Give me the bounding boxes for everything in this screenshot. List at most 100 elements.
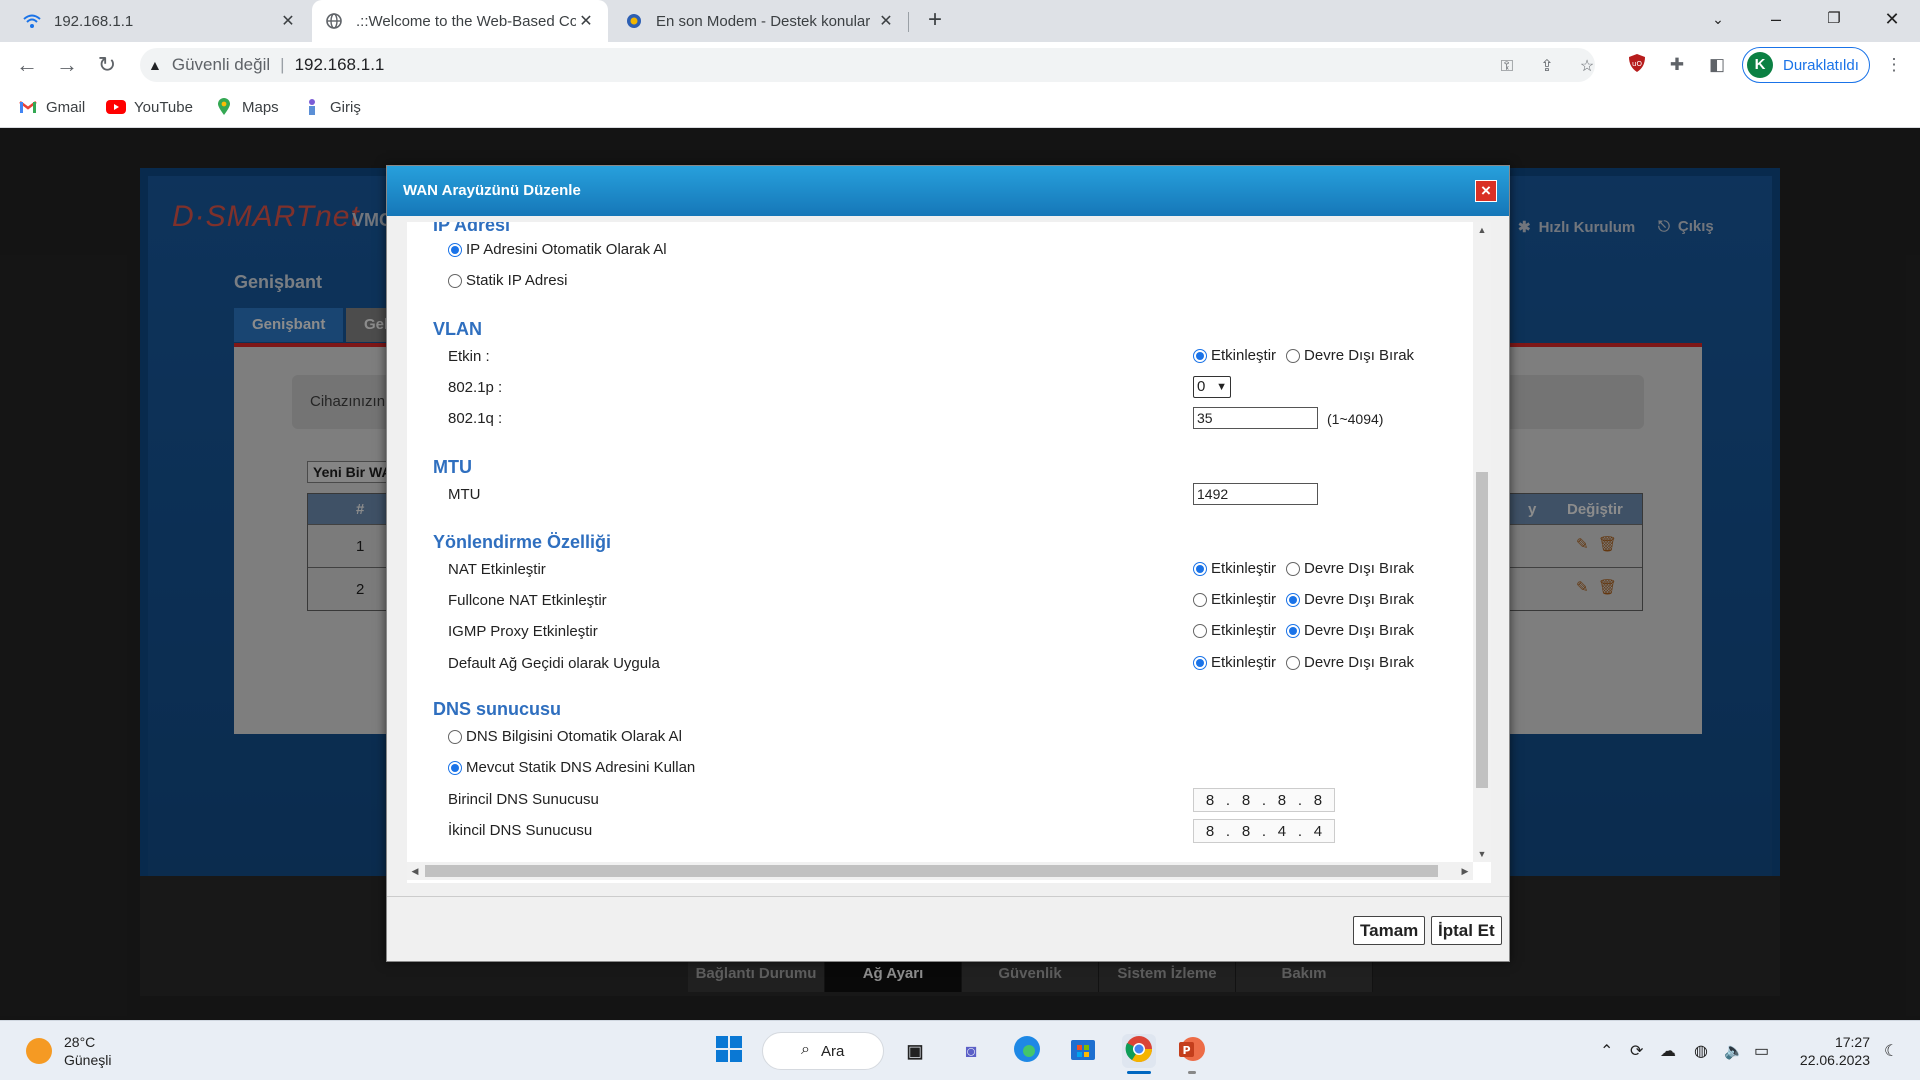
ip-octet[interactable]: 4 [1314, 823, 1322, 840]
close-tab-icon[interactable]: ✕ [576, 11, 596, 31]
profile-button[interactable]: K Duraklatıldı [1742, 47, 1870, 83]
bookmark-giris[interactable]: Giriş [302, 98, 361, 116]
ip-octet[interactable]: 8 [1278, 792, 1286, 809]
mtu-input[interactable]: 1492 [1193, 483, 1318, 505]
enable-option[interactable]: Etkinleştir [1193, 622, 1276, 639]
dialog-scroll-area[interactable]: IP Adresi IP Adresini Otomatik Olarak Al… [407, 222, 1491, 883]
ip-octet[interactable]: 8 [1314, 792, 1322, 809]
ip-dot: . [1225, 822, 1231, 840]
windows-start-icon[interactable] [712, 1034, 746, 1068]
reload-icon[interactable]: ↻ [92, 50, 122, 80]
radio-button[interactable] [1286, 655, 1301, 670]
vertical-scrollbar[interactable]: ▲ ▼ [1473, 222, 1491, 862]
radio-button[interactable] [448, 242, 462, 257]
disable-option[interactable]: Devre Dışı Bırak [1286, 347, 1414, 364]
share-icon[interactable]: ⇪ [1536, 56, 1558, 78]
powerpoint-icon[interactable]: P [1174, 1034, 1208, 1068]
key-icon[interactable]: ⚿ [1496, 56, 1518, 78]
battery-icon[interactable]: ▭ [1754, 1041, 1769, 1061]
enable-option[interactable]: Etkinleştir [1193, 560, 1276, 577]
new-tab-button[interactable]: + [920, 6, 950, 36]
cloud-icon[interactable]: ☁ [1660, 1041, 1676, 1061]
dns-primary-input[interactable]: 8. 8. 8. 8 [1193, 788, 1335, 812]
volume-icon[interactable]: 🔈 [1724, 1041, 1744, 1061]
bookmark-gmail[interactable]: Gmail [18, 98, 85, 116]
bookmark-maps[interactable]: Maps [214, 98, 279, 116]
weather-widget[interactable]: 28°C Güneşli [26, 1033, 111, 1069]
scroll-right-arrow-icon[interactable]: ▶ [1457, 862, 1473, 880]
ip-octet[interactable]: 8 [1206, 823, 1214, 840]
taskbar-search[interactable]: ⌕ Ara [762, 1032, 884, 1070]
ip-octet[interactable]: 8 [1242, 823, 1250, 840]
ip-static-option[interactable]: Statik IP Adresi [448, 272, 567, 289]
enable-option[interactable]: Etkinleştir [1193, 591, 1276, 608]
enable-label: Etkinleştir [1211, 654, 1277, 671]
ip-auto-option[interactable]: IP Adresini Otomatik Olarak Al [448, 241, 667, 258]
radio-button[interactable] [1286, 348, 1301, 363]
side-panel-icon[interactable]: ◧ [1705, 53, 1729, 77]
address-bar[interactable]: ▲ Güvenli değil | 192.168.1.1 ⚿ ⇪ ☆ [140, 48, 1595, 82]
horizontal-scrollbar[interactable]: ◀ ▶ [407, 862, 1473, 880]
radio-button[interactable] [448, 273, 462, 288]
radio-button[interactable] [1286, 623, 1301, 638]
chevron-up-icon[interactable]: ⌃ [1600, 1041, 1613, 1061]
radio-button[interactable] [1286, 592, 1301, 607]
bookmark-star-icon[interactable]: ☆ [1576, 56, 1598, 78]
minimize-icon[interactable]: – [1748, 0, 1804, 38]
radio-button[interactable] [1193, 561, 1207, 576]
dns-auto-option[interactable]: DNS Bilgisini Otomatik Olarak Al [448, 728, 682, 745]
teams-chat-icon[interactable]: ◙ [954, 1034, 988, 1068]
ip-octet[interactable]: 8 [1242, 792, 1250, 809]
scroll-left-arrow-icon[interactable]: ◀ [407, 862, 423, 880]
dns-static-option[interactable]: Mevcut Statik DNS Adresini Kullan [448, 759, 695, 776]
disable-option[interactable]: Devre Dışı Bırak [1286, 591, 1414, 608]
forward-arrow-icon[interactable]: → [52, 50, 82, 80]
radio-button[interactable] [448, 760, 462, 775]
microsoft-store-icon[interactable] [1066, 1034, 1100, 1068]
radio-button[interactable] [1286, 561, 1301, 576]
clock[interactable]: 17:27 22.06.2023 [1794, 1033, 1870, 1069]
close-window-icon[interactable]: ✕ [1864, 0, 1920, 38]
ok-button[interactable]: Tamam [1353, 916, 1426, 945]
restore-icon[interactable]: ❐ [1806, 0, 1862, 38]
edge-browser-icon[interactable] [1010, 1034, 1044, 1068]
ublock-shield-icon[interactable]: uO [1625, 53, 1649, 77]
tab-search-chevron-icon[interactable]: ⌄ [1690, 0, 1746, 38]
ip-octet[interactable]: 8 [1206, 792, 1214, 809]
tab-forum[interactable]: En son Modem - Destek konular ✕ [612, 0, 908, 42]
disable-option[interactable]: Devre Dışı Bırak [1286, 654, 1414, 671]
task-view-icon[interactable]: ▣ [898, 1034, 932, 1068]
vlan-section-title: VLAN [433, 319, 482, 339]
vlan-q-input[interactable]: 35 [1193, 407, 1318, 429]
more-vert-icon[interactable]: ⋮ [1882, 53, 1906, 77]
radio-button[interactable] [1193, 592, 1207, 607]
close-tab-icon[interactable]: ✕ [876, 11, 896, 31]
dns-secondary-input[interactable]: 8. 8. 4. 4 [1193, 819, 1335, 843]
chrome-icon[interactable] [1122, 1034, 1156, 1068]
close-tab-icon[interactable]: ✕ [278, 11, 298, 31]
enable-option[interactable]: Etkinleştir [1193, 347, 1276, 364]
back-arrow-icon[interactable]: ← [12, 50, 42, 80]
tab-router-status[interactable]: 192.168.1.1 ✕ [10, 0, 310, 42]
cancel-button[interactable]: İptal Et [1431, 916, 1502, 945]
scrollbar-thumb[interactable] [1476, 472, 1488, 788]
globe-network-icon[interactable]: ◍ [1694, 1041, 1708, 1061]
extensions-puzzle-icon[interactable]: ✚ [1665, 53, 1689, 77]
enable-option[interactable]: Etkinleştir [1193, 654, 1276, 671]
radio-button[interactable] [1193, 348, 1207, 363]
bookmark-youtube[interactable]: YouTube [106, 98, 193, 116]
radio-button[interactable] [1193, 623, 1207, 638]
scroll-up-arrow-icon[interactable]: ▲ [1473, 222, 1491, 238]
radio-button[interactable] [448, 729, 462, 744]
ip-octet[interactable]: 4 [1278, 823, 1286, 840]
sync-icon[interactable]: ⟳ [1630, 1041, 1643, 1061]
disable-option[interactable]: Devre Dışı Bırak [1286, 560, 1414, 577]
vlan-p-select[interactable]: 0 ▼ [1193, 376, 1231, 398]
close-icon[interactable]: × [1475, 180, 1497, 202]
disable-option[interactable]: Devre Dışı Bırak [1286, 622, 1414, 639]
scroll-down-arrow-icon[interactable]: ▼ [1473, 846, 1491, 862]
tab-web-config[interactable]: .::Welcome to the Web-Based Co ✕ [312, 0, 608, 42]
radio-button[interactable] [1193, 655, 1207, 670]
scrollbar-thumb[interactable] [425, 865, 1438, 877]
notifications-moon-icon[interactable]: ☾ [1884, 1041, 1898, 1061]
